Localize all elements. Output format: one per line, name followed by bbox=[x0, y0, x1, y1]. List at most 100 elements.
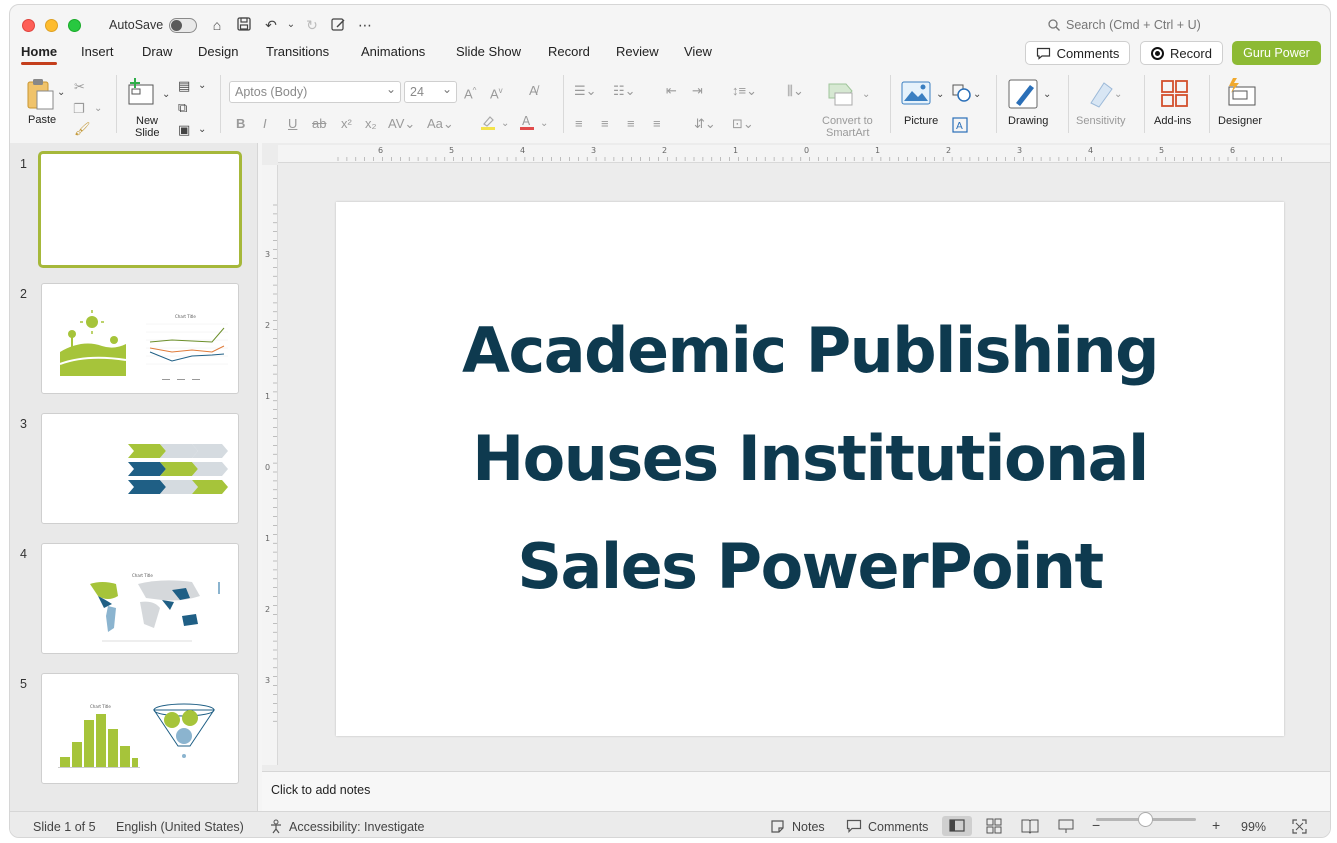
search-box[interactable]: Search (Cmd + Ctrl + U) bbox=[1048, 18, 1201, 32]
section-icon[interactable]: ▣ bbox=[178, 122, 190, 138]
picture-icon[interactable] bbox=[901, 81, 931, 105]
justify-icon[interactable]: ≡ bbox=[653, 116, 661, 132]
reset-slide-icon[interactable]: ⧉ bbox=[178, 100, 187, 116]
notes-pane[interactable]: Click to add notes bbox=[262, 771, 1330, 811]
normal-view-button[interactable] bbox=[942, 816, 972, 836]
new-slide-icon[interactable] bbox=[127, 77, 157, 107]
tab-review[interactable]: Review bbox=[616, 44, 659, 59]
highlight-dropdown-icon[interactable]: ⌄ bbox=[501, 116, 509, 132]
text-direction-icon[interactable]: ⇵⌄ bbox=[694, 116, 716, 132]
picture-dropdown-icon[interactable]: ⌄ bbox=[936, 87, 944, 103]
change-case-icon[interactable]: Aa⌄ bbox=[427, 116, 454, 132]
maximize-window-button[interactable] bbox=[68, 19, 81, 32]
paste-icon[interactable] bbox=[25, 77, 57, 111]
tab-animations[interactable]: Animations bbox=[361, 44, 425, 59]
tab-draw[interactable]: Draw bbox=[142, 44, 172, 59]
superscript-icon[interactable]: x² bbox=[341, 116, 352, 132]
increase-indent-icon[interactable]: ⇥ bbox=[692, 83, 703, 99]
clear-formatting-icon[interactable]: A̸ bbox=[529, 83, 538, 99]
align-text-icon[interactable]: ⊡⌄ bbox=[732, 116, 754, 132]
tab-insert[interactable]: Insert bbox=[81, 44, 114, 59]
font-color-dropdown-icon[interactable]: ⌄ bbox=[540, 116, 548, 132]
customize-qat-icon[interactable] bbox=[330, 17, 346, 33]
subscript-icon[interactable]: x₂ bbox=[365, 116, 377, 132]
minimize-window-button[interactable] bbox=[45, 19, 58, 32]
tab-design[interactable]: Design bbox=[198, 44, 238, 59]
paste-dropdown-icon[interactable]: ⌄ bbox=[57, 85, 65, 101]
accessibility-icon[interactable] bbox=[268, 818, 284, 837]
decrease-indent-icon[interactable]: ⇤ bbox=[666, 83, 677, 99]
layout-dropdown-icon[interactable]: ⌄ bbox=[198, 78, 206, 94]
horizontal-ruler[interactable]: 6 5 4 3 2 1 0 1 2 3 4 5 6 bbox=[278, 145, 1330, 163]
zoom-level[interactable]: 99% bbox=[1241, 820, 1266, 834]
zoom-slider-thumb[interactable] bbox=[1138, 812, 1153, 827]
reading-view-icon[interactable] bbox=[1021, 818, 1039, 837]
language-indicator[interactable]: English (United States) bbox=[116, 820, 244, 834]
tab-home[interactable]: Home bbox=[21, 44, 58, 65]
layout-icon[interactable]: ▤ bbox=[178, 78, 190, 94]
slide-thumbnail-5[interactable]: Chart Title bbox=[41, 673, 239, 784]
sensitivity-icon[interactable] bbox=[1086, 79, 1116, 109]
tab-view[interactable]: View bbox=[684, 44, 712, 59]
align-center-icon[interactable]: ≡ bbox=[601, 116, 609, 132]
underline-icon[interactable]: U bbox=[288, 116, 297, 132]
font-color-icon[interactable]: A bbox=[519, 114, 535, 134]
undo-dropdown-icon[interactable]: ⌄ bbox=[283, 17, 299, 33]
sensitivity-dropdown-icon[interactable]: ⌄ bbox=[1114, 87, 1122, 103]
line-spacing-icon[interactable]: ↕≡⌄ bbox=[732, 83, 757, 99]
drawing-icon[interactable] bbox=[1008, 79, 1040, 111]
slide-thumbnail-4[interactable]: Chart Title bbox=[41, 543, 239, 654]
tab-record[interactable]: Record bbox=[548, 44, 590, 59]
highlight-icon[interactable] bbox=[480, 114, 496, 134]
notes-toggle[interactable]: Notes bbox=[792, 820, 825, 834]
slide-thumbnail-1[interactable] bbox=[38, 151, 242, 268]
shapes-dropdown-icon[interactable]: ⌄ bbox=[973, 87, 981, 103]
align-right-icon[interactable]: ≡ bbox=[627, 116, 635, 132]
autosave-toggle[interactable] bbox=[169, 18, 197, 33]
notes-icon[interactable] bbox=[770, 819, 785, 837]
drawing-dropdown-icon[interactable]: ⌄ bbox=[1043, 87, 1051, 103]
vertical-ruler[interactable]: 3 2 1 0 1 2 3 bbox=[262, 165, 278, 765]
text-box-icon[interactable]: A bbox=[952, 117, 968, 133]
smartart-dropdown-icon[interactable]: ⌄ bbox=[862, 87, 870, 103]
slideshow-view-icon[interactable] bbox=[1058, 818, 1074, 837]
shapes-icon[interactable] bbox=[952, 84, 972, 102]
record-button[interactable]: Record bbox=[1140, 41, 1223, 65]
bullets-icon[interactable]: ☰⌄ bbox=[574, 83, 597, 99]
character-spacing-icon[interactable]: AV⌄ bbox=[388, 116, 415, 132]
slide-title-textbox[interactable]: Academic Publishing Houses Institutional… bbox=[400, 297, 1220, 621]
grow-font-icon[interactable]: A^ bbox=[464, 83, 476, 102]
designer-icon[interactable] bbox=[1225, 77, 1257, 109]
align-left-icon[interactable]: ≡ bbox=[575, 116, 583, 132]
comments-icon[interactable] bbox=[846, 819, 862, 836]
bold-icon[interactable]: B bbox=[236, 116, 245, 132]
font-size-combo[interactable]: 24 bbox=[404, 81, 457, 103]
numbering-icon[interactable]: ☷⌄ bbox=[613, 83, 636, 99]
undo-icon[interactable]: ↶ bbox=[263, 17, 279, 33]
slide-thumbnail-3[interactable] bbox=[41, 413, 239, 524]
copy-icon[interactable]: ❐ bbox=[73, 101, 85, 117]
format-painter-icon[interactable]: 🖌 bbox=[74, 121, 91, 137]
new-slide-dropdown-icon[interactable]: ⌄ bbox=[162, 87, 170, 103]
comments-toggle[interactable]: Comments bbox=[868, 820, 928, 834]
zoom-in-button[interactable]: + bbox=[1212, 817, 1220, 833]
tab-transitions[interactable]: Transitions bbox=[266, 44, 329, 59]
accessibility-status[interactable]: Accessibility: Investigate bbox=[289, 820, 424, 834]
slide-sorter-view-icon[interactable] bbox=[986, 818, 1002, 837]
copy-dropdown-icon[interactable]: ⌄ bbox=[94, 101, 102, 117]
columns-icon[interactable]: ⫼⌄ bbox=[787, 83, 804, 99]
shrink-font-icon[interactable]: Av bbox=[490, 83, 503, 102]
slide-canvas[interactable]: Academic Publishing Houses Institutional… bbox=[336, 202, 1284, 736]
add-ins-icon[interactable] bbox=[1160, 79, 1190, 109]
close-window-button[interactable] bbox=[22, 19, 35, 32]
slide-thumbnail-2[interactable]: Chart Title bbox=[41, 283, 239, 394]
guru-power-button[interactable]: Guru Power bbox=[1232, 41, 1321, 65]
more-icon[interactable]: ⋯ bbox=[357, 17, 373, 33]
section-dropdown-icon[interactable]: ⌄ bbox=[198, 122, 206, 138]
fit-to-window-icon[interactable] bbox=[1292, 819, 1307, 837]
cut-icon[interactable]: ✂ bbox=[74, 79, 85, 95]
redo-icon[interactable]: ↻ bbox=[304, 17, 320, 33]
save-icon[interactable] bbox=[236, 17, 252, 33]
comments-button[interactable]: Comments bbox=[1025, 41, 1130, 65]
tab-slide-show[interactable]: Slide Show bbox=[456, 44, 521, 59]
